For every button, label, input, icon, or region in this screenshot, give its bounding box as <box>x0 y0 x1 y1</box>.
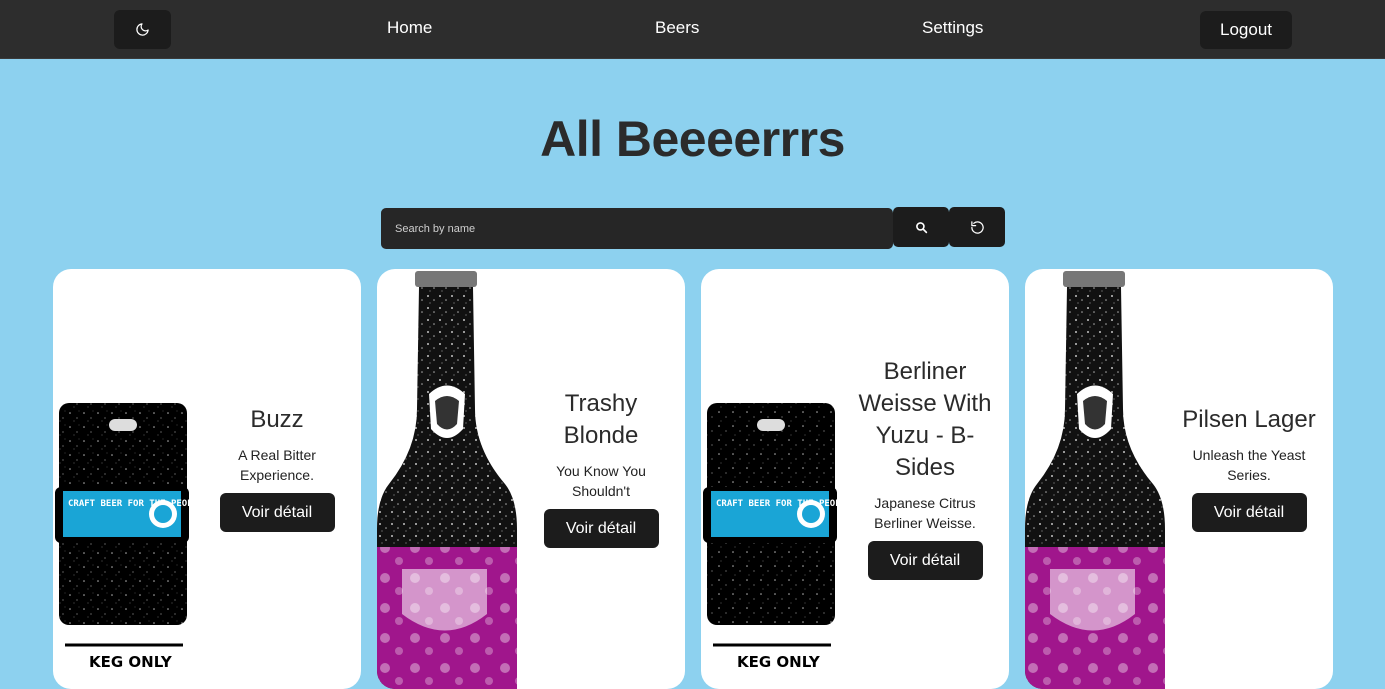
keg-footer-text: KEG ONLY <box>737 653 821 671</box>
view-detail-button[interactable]: Voir détail <box>219 493 335 532</box>
beer-card: Pilsen Lager Unleash the Yeast Series. V… <box>1025 269 1333 689</box>
theme-toggle-button[interactable] <box>114 10 171 49</box>
keg-image: CRAFT BEER FOR THE PEOPLE KEG ONLY <box>55 403 203 671</box>
beer-tagline: You Know You Shouldn't <box>556 463 646 499</box>
card-body: Pilsen Lager Unleash the Yeast Series. V… <box>1175 269 1323 667</box>
search-icon <box>915 221 927 233</box>
view-detail-button[interactable]: Voir détail <box>543 509 659 548</box>
card-body: Berliner Weisse With Yuzu - B-Sides Japa… <box>851 269 999 667</box>
search-input[interactable] <box>381 208 893 249</box>
beer-tagline: Japanese Citrus Berliner Weisse. <box>874 495 976 531</box>
bottle-image <box>377 271 517 689</box>
top-navbar: Home Beers Settings Logout <box>0 0 1385 59</box>
beer-name: Pilsen Lager <box>1182 406 1316 433</box>
beer-name: Berliner Weisse With Yuzu - B-Sides <box>858 358 992 481</box>
beer-tagline: A Real Bitter Experience. <box>238 447 316 483</box>
nav-beers-link[interactable]: Beers <box>655 18 699 38</box>
logout-button[interactable]: Logout <box>1200 11 1292 49</box>
card-body: Buzz A Real Bitter Experience. Voir déta… <box>203 269 351 667</box>
bottle-image <box>1025 271 1165 689</box>
view-detail-button[interactable]: Voir détail <box>1191 493 1307 532</box>
nav-settings-link[interactable]: Settings <box>922 18 983 38</box>
page-title: All Beeeerrrs <box>540 111 845 167</box>
beer-card: CRAFT BEER FOR THE PEOPLE KEG ONLY Buzz … <box>53 269 361 689</box>
moon-icon <box>136 23 149 36</box>
beer-name: Buzz <box>250 406 304 433</box>
reset-button[interactable] <box>949 207 1005 247</box>
card-body: Trashy Blonde You Know You Shouldn't Voi… <box>527 269 675 667</box>
keg-label-text: CRAFT BEER FOR THE PEOPLE <box>68 499 203 509</box>
nav-home-link[interactable]: Home <box>387 18 432 38</box>
beer-tagline: Unleash the Yeast Series. <box>1192 447 1306 483</box>
reset-icon <box>970 220 984 234</box>
beer-card: CRAFT BEER FOR THE PEOPLE KEG ONLY Berli… <box>701 269 1009 689</box>
search-button[interactable] <box>893 207 949 247</box>
beer-name: Trashy Blonde <box>563 390 639 449</box>
view-detail-button[interactable]: Voir détail <box>867 541 983 580</box>
keg-label-text: CRAFT BEER FOR THE PEOPLE <box>716 499 851 509</box>
keg-image: CRAFT BEER FOR THE PEOPLE KEG ONLY <box>703 403 851 671</box>
keg-footer-text: KEG ONLY <box>89 653 173 671</box>
beer-card: Trashy Blonde You Know You Shouldn't Voi… <box>377 269 685 689</box>
